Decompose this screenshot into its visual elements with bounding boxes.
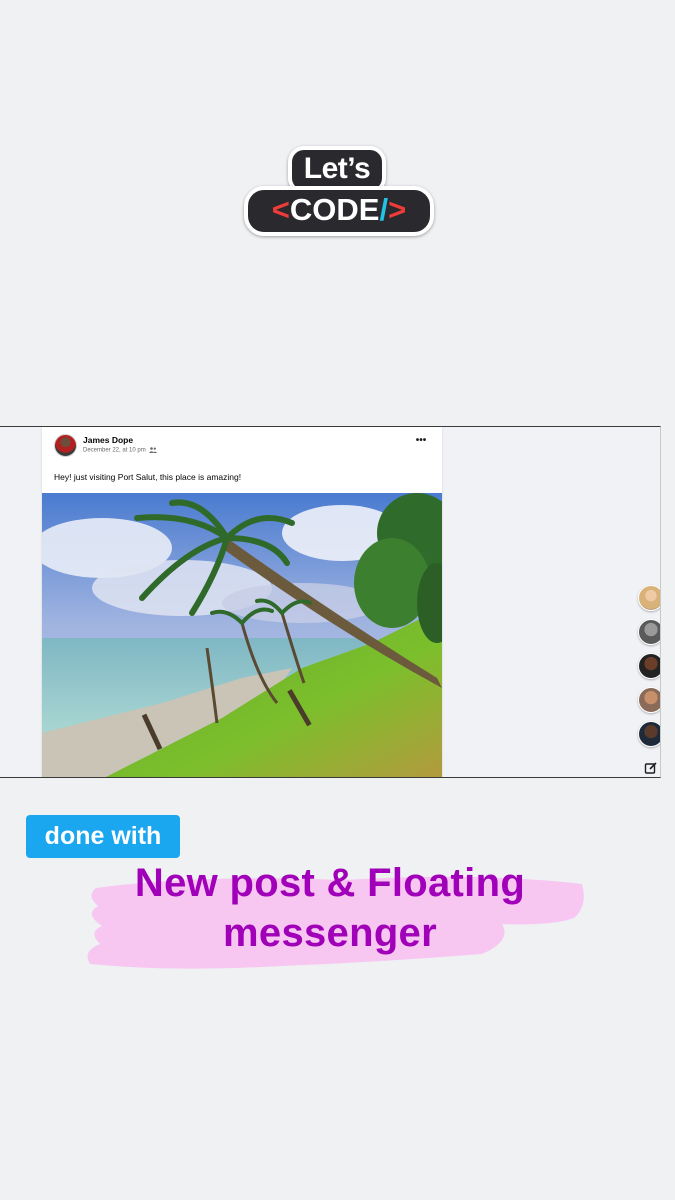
- contact-avatar-5[interactable]: [638, 721, 660, 747]
- post-meta: December 22, at 10 pm: [83, 447, 158, 454]
- logo-right-bracket: >: [388, 192, 407, 227]
- headline: New post & Floating messenger: [60, 858, 600, 958]
- post-timestamp[interactable]: December 22, at 10 pm: [83, 448, 146, 454]
- logo-slash: /: [379, 192, 389, 227]
- contact-avatar-3[interactable]: [638, 653, 660, 679]
- post-photo[interactable]: [42, 493, 442, 778]
- post-options-button[interactable]: •••: [412, 436, 430, 450]
- friends-audience-icon: [149, 447, 158, 453]
- logo-left-bracket: <: [271, 192, 290, 227]
- new-message-icon[interactable]: [644, 761, 658, 775]
- logo-code-word: <CODE/>: [244, 186, 434, 236]
- contact-avatar-1[interactable]: [638, 585, 660, 611]
- headline-line-1: New post & Floating: [134, 861, 526, 905]
- app-viewport: James Dope December 22, at 10 pm ••• Hey…: [0, 426, 661, 778]
- headline-line-2: messenger: [223, 911, 437, 955]
- post-header: James Dope December 22, at 10 pm •••: [54, 434, 432, 464]
- logo-code-text: CODE: [289, 192, 380, 227]
- post-card: James Dope December 22, at 10 pm ••• Hey…: [42, 427, 442, 778]
- post-text: Hey! just visiting Port Salut, this plac…: [54, 472, 242, 482]
- contact-avatar-2[interactable]: [638, 619, 660, 645]
- done-with-tag: done with: [26, 815, 180, 858]
- lets-code-logo: Let’s <CODE/>: [244, 146, 434, 238]
- author-avatar[interactable]: [54, 434, 77, 457]
- contact-avatar-4[interactable]: [638, 687, 660, 713]
- post-author[interactable]: James Dope: [83, 435, 133, 445]
